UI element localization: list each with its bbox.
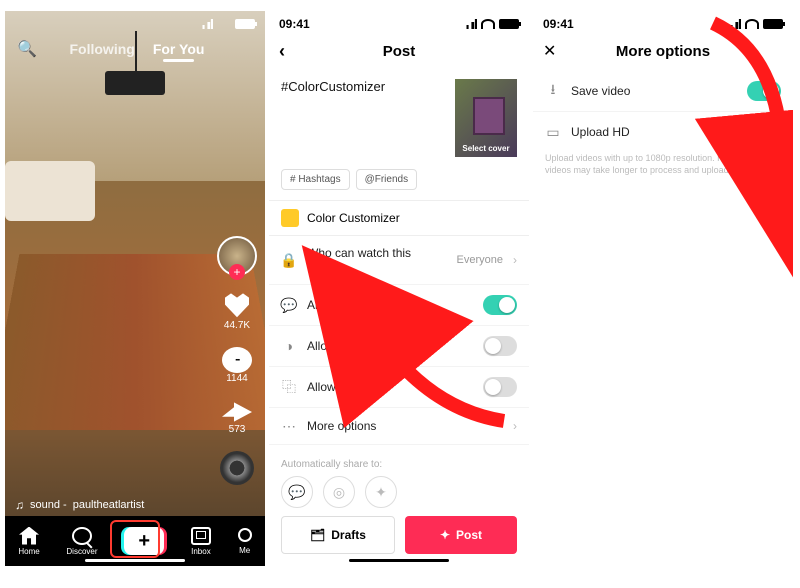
plus-icon: + [124, 527, 164, 555]
author-avatar[interactable] [217, 236, 257, 276]
battery-icon [499, 19, 519, 29]
wifi-icon [481, 19, 495, 29]
post-icon: ✦ [440, 528, 450, 542]
signal-icon [463, 19, 477, 29]
nav-discover[interactable]: Discover [66, 527, 97, 556]
share-count: 573 [222, 424, 252, 435]
home-indicator [349, 559, 449, 562]
heart-icon [222, 292, 252, 320]
toggle-allow-comments[interactable] [483, 295, 517, 315]
toggle-save-video[interactable] [747, 81, 781, 101]
wifi-icon [745, 19, 759, 29]
comment-icon: 💬 [281, 297, 297, 313]
status-bar: 09:41 [533, 11, 793, 31]
nav-create[interactable]: + [124, 527, 164, 555]
caption-input[interactable]: #ColorCustomizer [281, 79, 445, 157]
upload-hd-description: Upload videos with up to 1080p resolutio… [533, 152, 793, 186]
profile-icon [238, 528, 252, 542]
inbox-icon [191, 527, 211, 545]
cover-label: Select cover [462, 144, 509, 153]
like-count: 44.7K [222, 320, 252, 331]
like-button[interactable]: 44.7K [222, 292, 252, 331]
sound-author: paultheatlartist [73, 499, 145, 511]
row-allow-comments: 💬 Allow comments [269, 285, 529, 326]
share-instagram[interactable]: ◎ [323, 476, 355, 508]
battery-icon [763, 19, 783, 29]
discover-icon [72, 527, 92, 545]
search-icon[interactable]: 🔍 [17, 39, 37, 59]
comment-icon: ··· [222, 347, 252, 373]
row-more-options[interactable]: ⋯ More options › [269, 408, 529, 445]
row-save-video: ⭳ Save video [533, 71, 793, 112]
post-button[interactable]: ✦Post [405, 516, 517, 554]
chevron-right-icon: › [513, 419, 517, 433]
nav-me[interactable]: Me [238, 528, 252, 555]
more-options-screen: 09:41 ✕ More options ⭳ Save video ▭ Uplo… [533, 11, 793, 566]
chevron-right-icon: › [513, 253, 517, 267]
share-other[interactable]: ✦ [365, 476, 397, 508]
home-icon [19, 527, 39, 545]
status-time: 09:41 [543, 17, 574, 31]
chip-friends[interactable]: @Friends [356, 169, 418, 190]
back-button[interactable]: ‹ [279, 41, 285, 62]
hd-icon: ▭ [545, 124, 561, 140]
drafts-button[interactable]: 🗂Drafts [281, 516, 395, 554]
tab-following[interactable]: Following [70, 41, 135, 57]
tab-for-you[interactable]: For You [153, 41, 205, 57]
status-bar: 09:41 [269, 11, 529, 31]
privacy-value: Everyone [457, 254, 503, 266]
comment-button[interactable]: ··· 1144 [222, 347, 252, 384]
sound-disc[interactable] [220, 451, 254, 485]
share-button[interactable]: 573 [222, 400, 252, 435]
drafts-icon: 🗂 [310, 528, 325, 542]
nav-inbox[interactable]: Inbox [191, 527, 211, 556]
row-privacy[interactable]: 🔒 Who can watch this video Everyone › [269, 236, 529, 285]
signal-icon [727, 19, 741, 29]
post-screen: 09:41 ‹ Post #ColorCustomizer Select cov… [269, 11, 529, 566]
share-label: Automatically share to: [269, 445, 529, 476]
download-icon: ⭳ [545, 83, 561, 99]
effect-row[interactable]: Color Customizer [269, 200, 529, 236]
lock-icon: 🔒 [281, 252, 297, 268]
stitch-icon: ⿻ [281, 379, 297, 395]
toggle-upload-hd[interactable] [747, 122, 781, 142]
row-upload-hd: ▭ Upload HD [533, 112, 793, 152]
status-time: 09:41 [279, 17, 310, 31]
row-allow-duet: ◑ Allow Duet [269, 326, 529, 367]
sound-attribution[interactable]: ♫ sound - paultheatlartist [15, 498, 144, 512]
sound-prefix: sound - [30, 499, 67, 511]
music-note-icon: ♫ [15, 498, 24, 512]
effect-name: Color Customizer [307, 211, 400, 225]
more-icon: ⋯ [281, 418, 297, 434]
nav-home[interactable]: Home [18, 527, 39, 556]
battery-icon [235, 19, 255, 29]
share-message[interactable]: 💬 [281, 476, 313, 508]
row-allow-stitch: ⿻ Allow Stitch [269, 367, 529, 408]
effect-icon [281, 209, 299, 227]
home-indicator [85, 559, 185, 562]
close-button[interactable]: ✕ [543, 41, 556, 61]
duet-icon: ◑ [281, 338, 297, 354]
select-cover[interactable]: Select cover [455, 79, 517, 157]
feed-screen: 09:41 🔍 Following For You 44.7K ··· 1144 [5, 11, 265, 566]
page-title: Post [383, 43, 416, 60]
share-icon [222, 400, 252, 424]
page-title: More options [616, 43, 710, 60]
chip-hashtags[interactable]: # Hashtags [281, 169, 350, 190]
toggle-allow-duet[interactable] [483, 336, 517, 356]
comment-count: 1144 [222, 373, 252, 384]
toggle-allow-stitch[interactable] [483, 377, 517, 397]
